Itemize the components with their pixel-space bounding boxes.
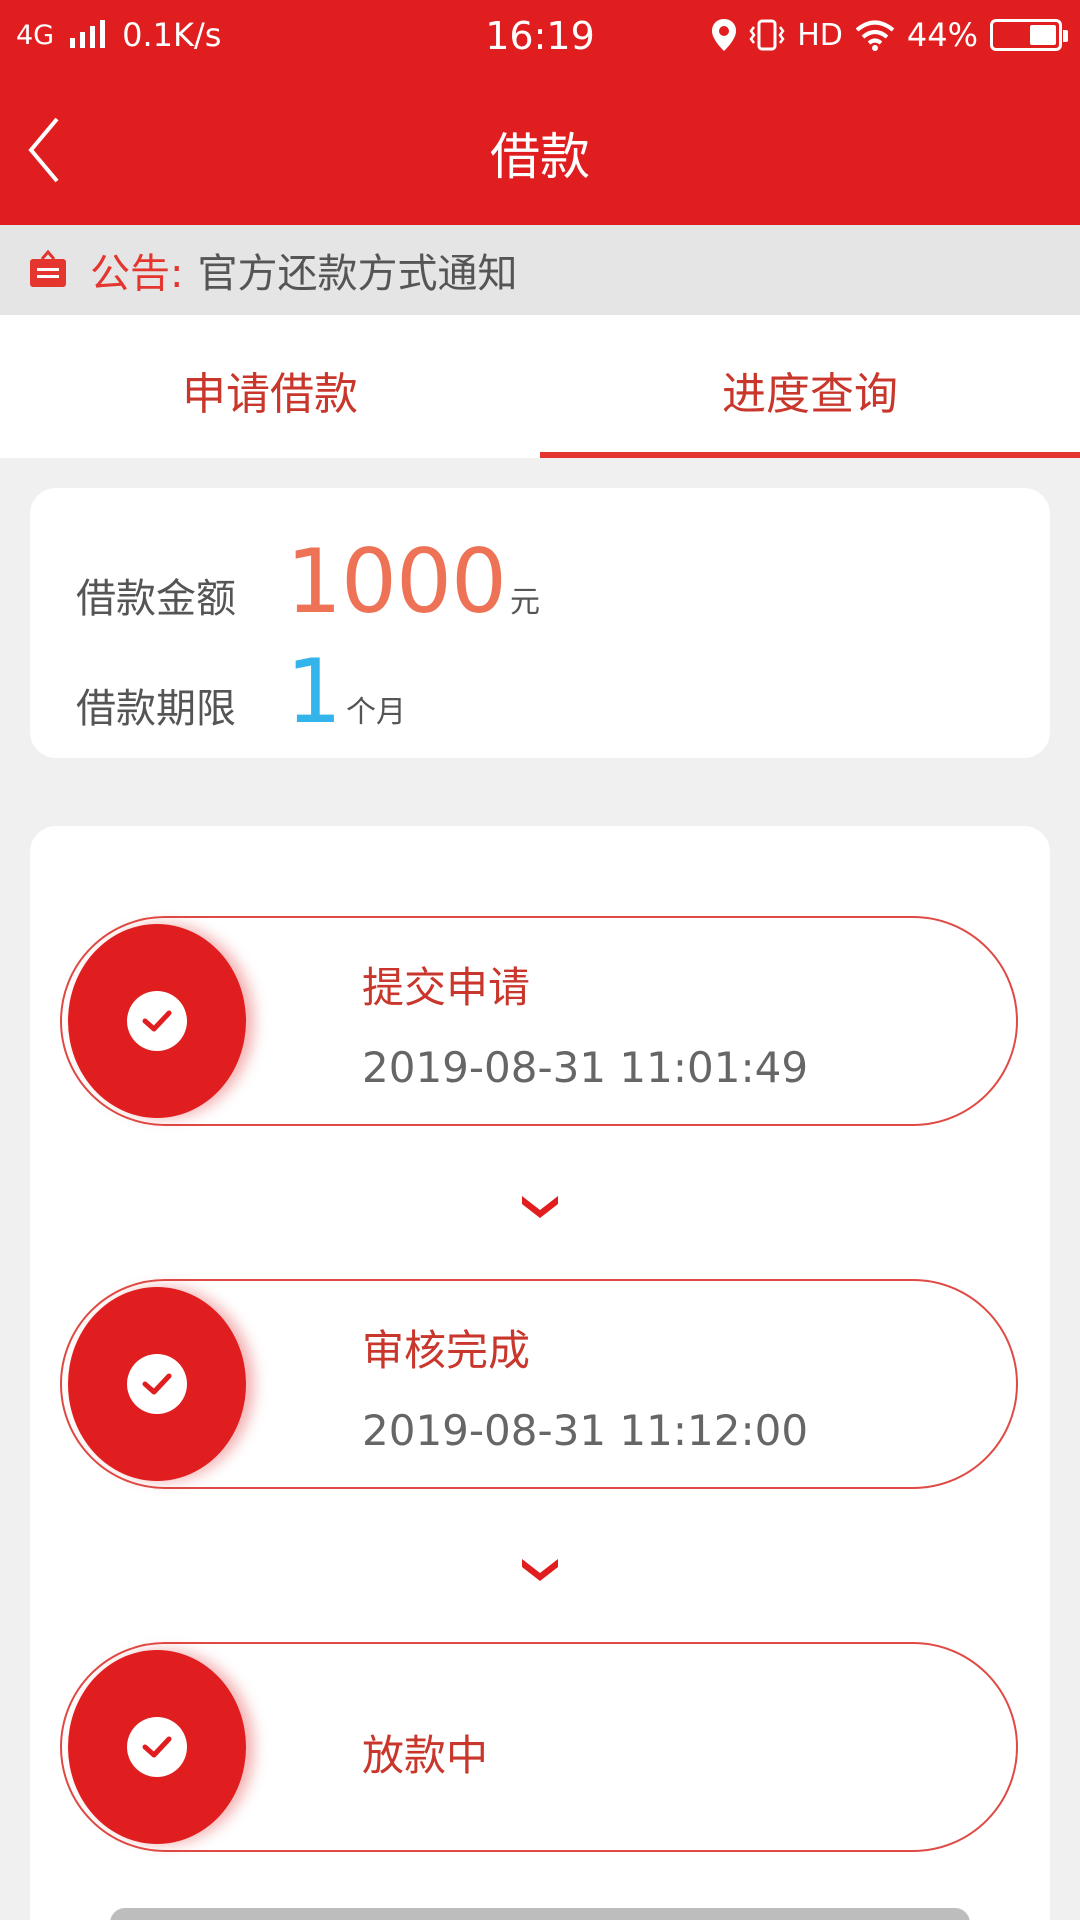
battery-icon: [990, 19, 1068, 51]
check-icon: [127, 1354, 187, 1414]
tab-progress-query[interactable]: 进度查询: [540, 315, 1080, 458]
status-right: HD 44%: [711, 16, 1068, 54]
tab-bar: 申请借款 进度查询: [0, 315, 1080, 458]
hd-label: HD: [797, 17, 843, 53]
step-time: 2019-08-31 11:12:00: [362, 1406, 809, 1455]
battery-percent: 44%: [906, 16, 978, 54]
tab-apply-loan[interactable]: 申请借款: [0, 315, 540, 458]
chevron-down-icon: [522, 1196, 558, 1218]
app-header: 4G 0.1K/s 16:19 HD 44% 借款: [0, 0, 1080, 225]
loan-term-label: 借款期限: [76, 686, 236, 732]
notice-board-icon: [30, 250, 66, 287]
loan-term-value: 1: [286, 640, 342, 743]
step-review-complete: 审核完成 2019-08-31 11:12:00: [60, 1279, 1018, 1489]
bottom-button[interactable]: [110, 1908, 970, 1920]
vibrate-icon: [749, 19, 785, 51]
loan-amount-row: 借款金额 1000 元: [76, 530, 540, 633]
step-status-circle: [68, 1650, 246, 1844]
check-icon: [127, 1717, 187, 1777]
notice-bar[interactable]: 公告: 官方还款方式通知: [0, 225, 1080, 315]
notice-text[interactable]: 官方还款方式通知: [197, 241, 517, 299]
loan-summary-card: 借款金额 1000 元 借款期限 1 个月: [30, 488, 1050, 758]
progress-card: 提交申请 2019-08-31 11:01:49 审核完成 2019-08-31…: [30, 826, 1050, 1920]
step-title: 审核完成: [362, 1326, 531, 1375]
loan-amount-value: 1000: [286, 530, 507, 633]
notice-label: 公告:: [90, 251, 184, 297]
step-status-circle: [68, 924, 246, 1118]
step-title: 放款中: [362, 1731, 489, 1780]
wifi-icon: [855, 20, 895, 51]
location-icon: [712, 19, 737, 51]
page-title: 借款: [490, 128, 590, 186]
nav-bar: 借款: [0, 75, 1080, 225]
check-icon: [127, 991, 187, 1051]
loan-term-unit: 个月: [346, 695, 406, 730]
step-status-circle: [68, 1287, 246, 1481]
step-disbursing: 放款中: [60, 1642, 1018, 1852]
chevron-down-icon: [522, 1559, 558, 1581]
battery-level: [1029, 25, 1056, 45]
loan-amount-label: 借款金额: [76, 576, 236, 622]
loan-amount-unit: 元: [509, 585, 540, 620]
step-title: 提交申请: [362, 963, 531, 1012]
step-submit-application: 提交申请 2019-08-31 11:01:49: [60, 916, 1018, 1126]
loan-term-row: 借款期限 1 个月: [76, 640, 406, 743]
step-time: 2019-08-31 11:01:49: [362, 1043, 809, 1092]
status-bar: 4G 0.1K/s 16:19 HD 44%: [0, 0, 1080, 75]
